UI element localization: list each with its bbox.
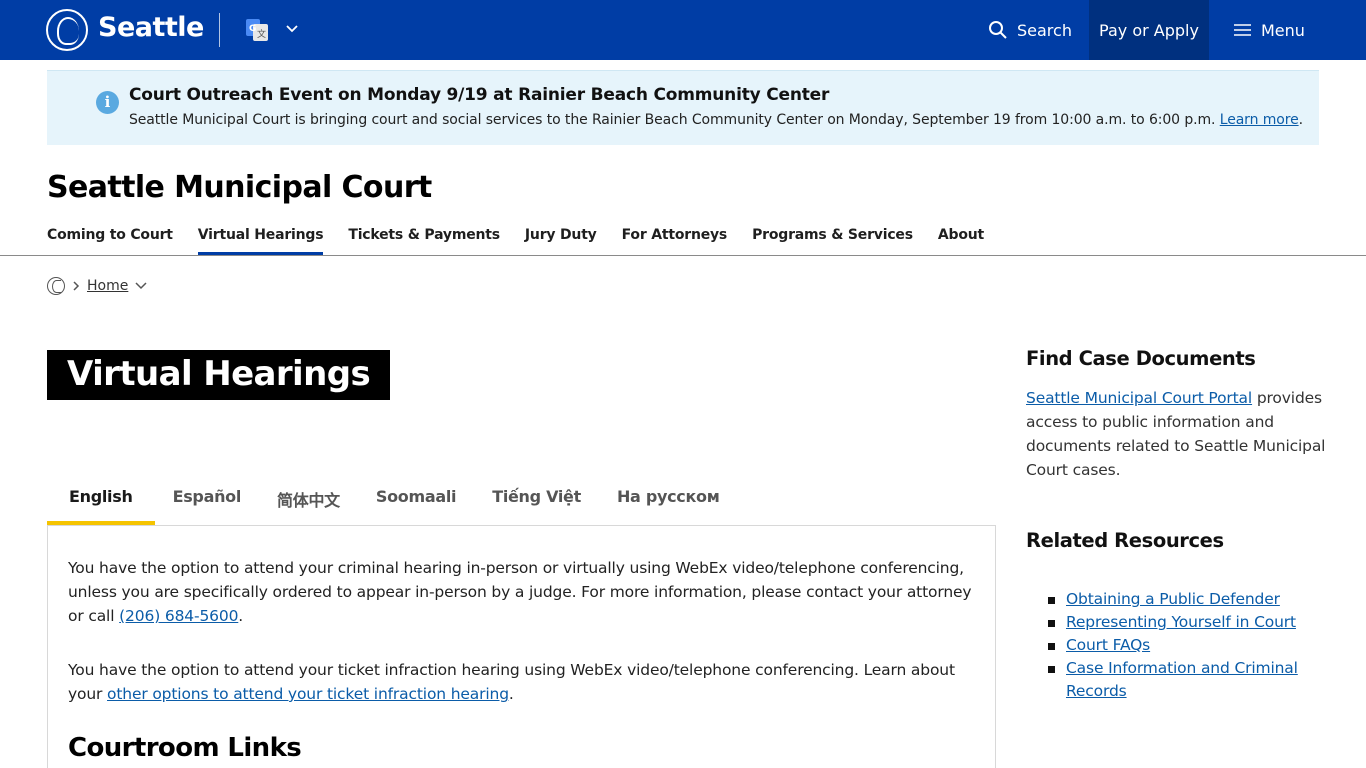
nav-item-programs-services[interactable]: Programs & Services [752,226,913,256]
find-case-documents-heading: Find Case Documents [1026,347,1256,370]
courtroom-links-heading: Courtroom Links [68,733,302,763]
nav-item-jury-duty[interactable]: Jury Duty [525,226,597,256]
page-title: Virtual Hearings [47,350,391,400]
svg-text:文: 文 [257,28,266,40]
translate-icon[interactable]: G 文 [245,18,269,42]
chevron-down-icon[interactable] [285,22,299,36]
menu-label: Menu [1261,20,1305,40]
resource-link-court-faqs[interactable]: Court FAQs [1066,636,1150,654]
p2-end: . [508,685,514,703]
site-title[interactable]: Seattle Municipal Court [47,170,432,205]
alert-body-text: Seattle Municipal Court is bringing cour… [129,112,1216,128]
nav-item-tickets-payments[interactable]: Tickets & Payments [348,226,500,256]
pay-or-apply-button[interactable]: Pay or Apply [1089,0,1209,60]
tab-russian[interactable]: На русском [599,478,738,525]
nav-divider [0,255,1366,256]
resource-link-case-information[interactable]: Case Information and Criminal Records [1066,659,1298,700]
learn-more-link[interactable]: Learn more [1220,112,1299,128]
site-logo-text[interactable]: Seattle [98,12,204,43]
tab-vietnamese[interactable]: Tiếng Việt [474,478,599,525]
search-button[interactable]: Search [988,0,1072,60]
related-resources-list: Obtaining a Public Defender Representing… [1046,588,1336,703]
search-icon [989,21,1007,39]
resource-link-public-defender[interactable]: Obtaining a Public Defender [1066,590,1280,608]
search-label: Search [1017,20,1072,40]
related-resources-heading: Related Resources [1026,529,1224,552]
ticket-options-link[interactable]: other options to attend your ticket infr… [107,685,509,703]
alert-title: Court Outreach Event on Monday 9/19 at R… [129,85,830,105]
tab-english[interactable]: English [47,478,155,525]
tab-chinese[interactable]: 简体中文 [259,478,358,525]
alert-banner: i Court Outreach Event on Monday 9/19 at… [47,70,1319,145]
criminal-hearing-paragraph: You have the option to attend your crimi… [68,556,973,628]
ticket-hearing-paragraph: You have the option to attend your ticke… [68,658,973,706]
seattle-seal-icon[interactable] [47,277,65,295]
list-item: Court FAQs [1046,634,1336,657]
alert-suffix: . [1298,112,1303,128]
list-item: Case Information and Criminal Records [1046,657,1336,703]
list-item: Representing Yourself in Court [1046,611,1336,634]
breadcrumb: Home [47,277,148,295]
header-divider [219,13,220,47]
breadcrumb-home-link[interactable]: Home [87,278,128,294]
main-nav: Coming to Court Virtual Hearings Tickets… [47,226,1009,256]
hamburger-icon [1234,24,1251,36]
portal-description: Seattle Municipal Court Portal provides … [1026,386,1336,482]
seattle-logo-icon[interactable] [46,9,88,51]
resource-link-representing-yourself[interactable]: Representing Yourself in Court [1066,613,1296,631]
top-bar: Seattle G 文 Search Pay or Apply Menu [0,0,1366,60]
alert-body: Seattle Municipal Court is bringing cour… [129,112,1303,128]
p1-end: . [238,607,244,625]
tab-panel: You have the option to attend your crimi… [47,525,996,768]
nav-item-about[interactable]: About [938,226,984,256]
menu-button[interactable]: Menu [1234,0,1305,60]
svg-text:G: G [249,24,256,34]
tab-espanol[interactable]: Español [155,478,259,525]
info-icon: i [96,91,119,114]
list-item: Obtaining a Public Defender [1046,588,1336,611]
tab-somali[interactable]: Soomaali [358,478,474,525]
chevron-down-icon[interactable] [134,280,148,292]
nav-item-virtual-hearings[interactable]: Virtual Hearings [197,226,324,256]
court-portal-link[interactable]: Seattle Municipal Court Portal [1026,389,1252,407]
nav-item-coming-to-court[interactable]: Coming to Court [47,226,173,256]
chevron-right-icon [73,281,80,291]
nav-item-for-attorneys[interactable]: For Attorneys [622,226,728,256]
phone-link[interactable]: (206) 684-5600 [119,607,238,625]
language-tabs: English Español 简体中文 Soomaali Tiếng Việt… [47,478,738,525]
